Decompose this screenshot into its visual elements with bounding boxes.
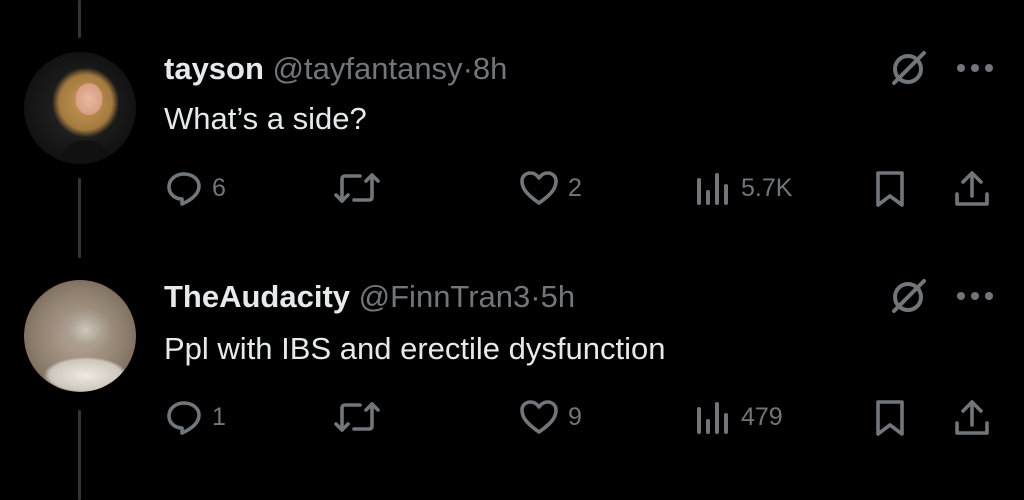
share-icon	[952, 397, 992, 439]
avatar[interactable]	[24, 52, 136, 164]
like-count: 2	[568, 173, 582, 202]
reply-button[interactable]: 6	[164, 168, 226, 208]
tweet-header: TheAudacity @FinnTran3·5h	[164, 279, 575, 315]
author-name[interactable]: TheAudacity	[164, 279, 350, 314]
retweet-icon	[333, 168, 381, 208]
reply-count: 1	[212, 402, 226, 431]
separator-dot: ·	[462, 51, 473, 86]
views-button[interactable]: 479	[693, 397, 783, 437]
views-icon	[693, 168, 733, 208]
reply-count: 6	[212, 173, 226, 202]
author-handle[interactable]: @FinnTran3	[359, 279, 531, 314]
share-button[interactable]	[952, 397, 992, 439]
thread-line-middle	[78, 178, 81, 258]
separator-dot: ·	[530, 279, 541, 314]
share-icon	[952, 168, 992, 210]
like-count: 9	[568, 402, 582, 431]
reply-icon	[164, 397, 204, 437]
view-count: 5.7K	[741, 173, 793, 202]
like-button[interactable]: 2	[518, 168, 582, 208]
tweet-header: tayson @tayfantansy·8h	[164, 51, 507, 87]
like-button[interactable]: 9	[518, 397, 582, 437]
timestamp[interactable]: 5h	[541, 279, 575, 314]
share-button[interactable]	[952, 168, 992, 210]
reply-button[interactable]: 1	[164, 397, 226, 437]
like-icon	[518, 168, 560, 208]
reply-icon	[164, 168, 204, 208]
like-icon	[518, 397, 560, 437]
tweet-text: What’s a side?	[164, 101, 367, 136]
thread-line-bottom	[78, 410, 81, 500]
view-count: 479	[741, 402, 783, 431]
retweet-button[interactable]	[333, 168, 381, 208]
author-name[interactable]: tayson	[164, 51, 264, 86]
avatar[interactable]	[24, 280, 136, 392]
views-icon	[693, 397, 733, 437]
bookmark-button[interactable]	[872, 168, 908, 210]
bookmark-icon	[872, 168, 908, 210]
grok-icon[interactable]	[884, 273, 932, 321]
tweet-text: Ppl with IBS and erectile dysfunction	[164, 331, 666, 366]
more-icon[interactable]	[954, 58, 996, 78]
author-handle[interactable]: @tayfantansy	[273, 51, 463, 86]
grok-icon[interactable]	[884, 45, 932, 93]
retweet-button[interactable]	[333, 397, 381, 437]
timestamp[interactable]: 8h	[473, 51, 507, 86]
more-icon[interactable]	[954, 286, 996, 306]
bookmark-button[interactable]	[872, 397, 908, 439]
retweet-icon	[333, 397, 381, 437]
views-button[interactable]: 5.7K	[693, 168, 792, 208]
thread-line-top	[78, 0, 81, 38]
bookmark-icon	[872, 397, 908, 439]
